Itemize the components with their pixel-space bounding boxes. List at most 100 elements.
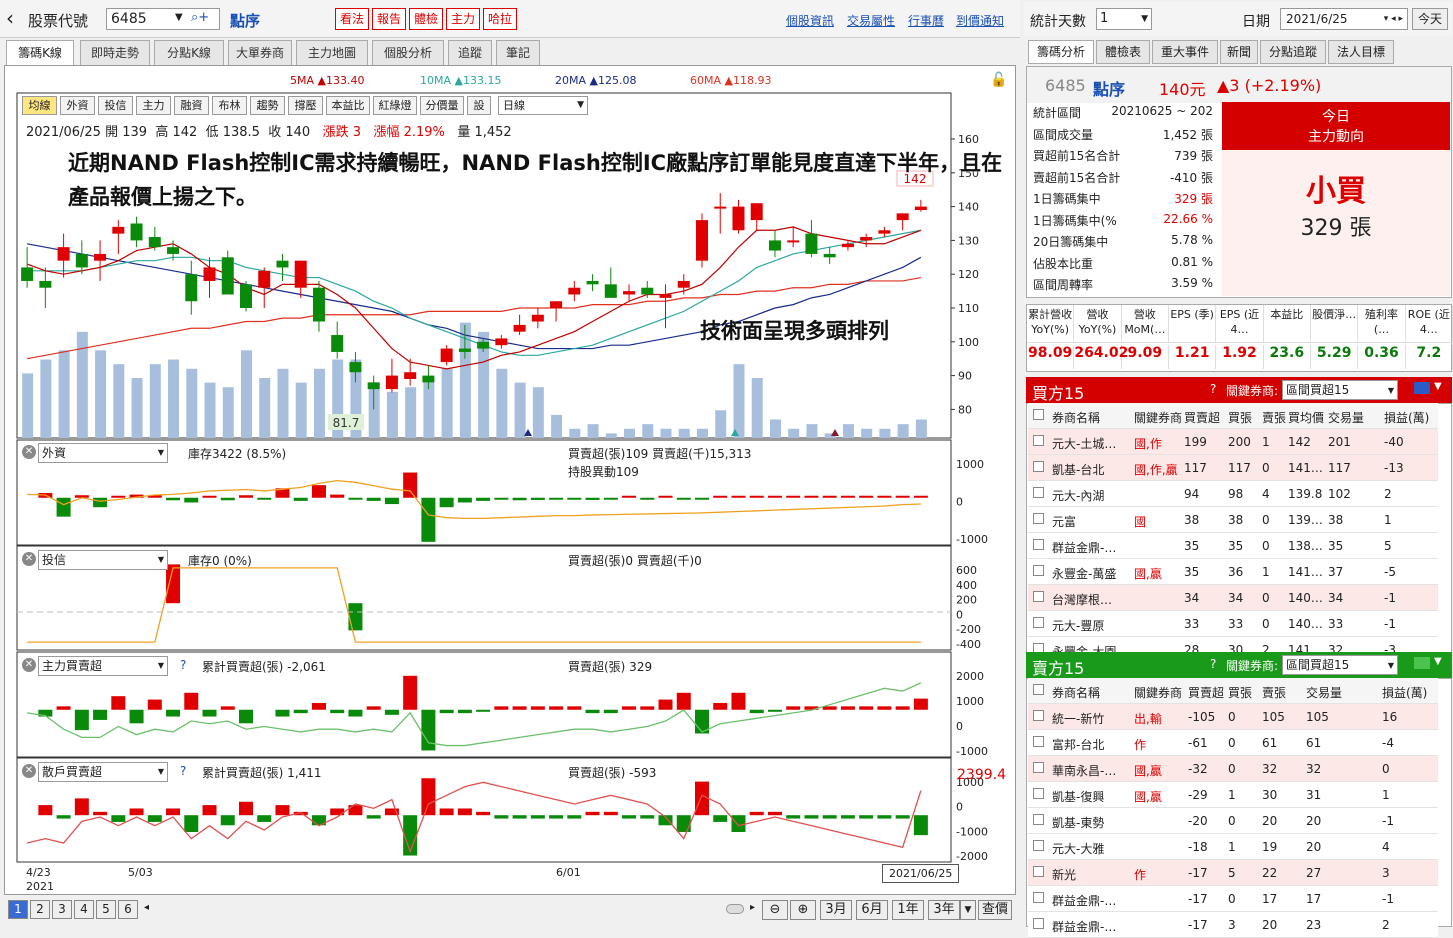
help-icon[interactable]: ? bbox=[180, 658, 186, 672]
row-checkbox[interactable] bbox=[1033, 840, 1044, 851]
column-header[interactable]: 買張 bbox=[1228, 409, 1252, 426]
rtab-events[interactable]: 重大事件 bbox=[1152, 40, 1218, 64]
sub2-select[interactable]: 投信 ▼ bbox=[38, 550, 168, 570]
close-icon[interactable]: ✕ bbox=[22, 764, 36, 778]
help-icon[interactable]: ? bbox=[1210, 382, 1216, 396]
rtab-target[interactable]: 法人目標 bbox=[1328, 40, 1394, 64]
sell-broker-select[interactable]: 區間買超15 ▼ bbox=[1282, 655, 1398, 675]
page-6-button[interactable]: 6 bbox=[118, 900, 138, 919]
column-header[interactable]: 關鍵券商 bbox=[1134, 409, 1182, 426]
table-cell: -61 bbox=[1188, 736, 1208, 750]
table-row[interactable]: 元大-土城… 國,作 199 200 1 142 201 -40 bbox=[1028, 429, 1438, 455]
sub4-select[interactable]: 散戶買賣超 ▼ bbox=[38, 762, 168, 782]
range-3y-button[interactable]: 3年 bbox=[928, 900, 960, 920]
table-cell: 1 bbox=[1262, 565, 1270, 579]
table-row[interactable]: 群益金鼎-… -17 3 20 23 2 bbox=[1028, 912, 1438, 938]
row-checkbox[interactable] bbox=[1033, 892, 1044, 903]
close-icon[interactable]: ✕ bbox=[22, 658, 36, 672]
table-row[interactable]: 群益金鼎-… -17 0 17 17 -1 bbox=[1028, 886, 1438, 912]
row-checkbox[interactable] bbox=[1033, 814, 1044, 825]
row-checkbox[interactable] bbox=[1033, 513, 1044, 524]
row-checkbox[interactable] bbox=[1033, 565, 1044, 576]
table-row[interactable]: 元大-內湖 94 98 4 139.8 102 2 bbox=[1028, 481, 1438, 507]
query-price-button[interactable]: 查價 bbox=[978, 900, 1012, 920]
column-header[interactable]: 損益(萬) bbox=[1384, 409, 1429, 426]
row-checkbox[interactable] bbox=[1033, 617, 1044, 628]
page-1-button[interactable]: 1 bbox=[8, 900, 28, 919]
range-3m-button[interactable]: 3月 bbox=[820, 900, 852, 920]
chevron-down-icon[interactable]: ▼ bbox=[1434, 656, 1442, 667]
row-checkbox[interactable] bbox=[1033, 866, 1044, 877]
table-row[interactable]: 永豐金-萬盛 國,贏 35 36 1 141… 37 -5 bbox=[1028, 559, 1438, 585]
column-header[interactable]: 賣張 bbox=[1262, 684, 1286, 701]
grid-view-icon[interactable] bbox=[1414, 382, 1430, 394]
stat-row: 1日籌碼集中 329 張 bbox=[1031, 190, 1219, 211]
table-row[interactable]: 凱基-復興 國,贏 -29 1 30 31 1 bbox=[1028, 782, 1438, 808]
zoom-out-icon[interactable]: ⊖ bbox=[762, 900, 788, 920]
rtab-news[interactable]: 新聞 bbox=[1220, 40, 1258, 64]
row-checkbox[interactable] bbox=[1033, 591, 1044, 602]
rtab-checkup[interactable]: 體檢表 bbox=[1096, 40, 1150, 64]
column-header[interactable]: 賣張 bbox=[1262, 409, 1286, 426]
page-4-button[interactable]: 4 bbox=[74, 900, 94, 919]
table-row[interactable]: 新光 作 -17 5 22 27 3 bbox=[1028, 860, 1438, 886]
days-select[interactable]: 1 ▼ bbox=[1096, 8, 1152, 30]
column-header[interactable]: 券商名稱 bbox=[1052, 409, 1100, 426]
table-row[interactable]: 元富 國 38 38 0 139… 38 1 bbox=[1028, 507, 1438, 533]
select-all-checkbox[interactable] bbox=[1033, 409, 1044, 420]
grid-view-icon[interactable] bbox=[1414, 657, 1430, 669]
table-row[interactable]: 富邦-台北 作 -61 0 61 61 -4 bbox=[1028, 730, 1438, 756]
main-bar bbox=[239, 709, 253, 724]
rtab-branch[interactable]: 分點追蹤 bbox=[1260, 40, 1326, 64]
column-header[interactable]: 買賣超 bbox=[1188, 684, 1224, 701]
column-header[interactable]: 買賣超 bbox=[1184, 409, 1220, 426]
range-1y-button[interactable]: 1年 bbox=[892, 900, 924, 920]
range-6m-button[interactable]: 6月 bbox=[856, 900, 888, 920]
page-3-button[interactable]: 3 bbox=[52, 900, 72, 919]
date-picker[interactable]: 2021/6/25 ▾ ◂ ▸ bbox=[1280, 8, 1408, 30]
row-checkbox[interactable] bbox=[1033, 487, 1044, 498]
chevron-down-icon[interactable]: ▼ bbox=[1434, 381, 1442, 392]
sub1-select[interactable]: 外資 ▼ bbox=[38, 443, 168, 463]
table-row[interactable]: 華南永昌-… 國,贏 -32 0 32 32 0 bbox=[1028, 756, 1438, 782]
row-checkbox[interactable] bbox=[1033, 788, 1044, 799]
close-icon[interactable]: ✕ bbox=[22, 445, 36, 459]
row-checkbox[interactable] bbox=[1033, 539, 1044, 550]
rtab-chip[interactable]: 籌碼分析 bbox=[1028, 40, 1094, 64]
help-icon[interactable]: ? bbox=[180, 764, 186, 778]
column-header[interactable]: 買張 bbox=[1228, 684, 1252, 701]
page-5-button[interactable]: 5 bbox=[96, 900, 116, 919]
table-row[interactable]: 台灣摩根… 34 34 0 140… 34 -1 bbox=[1028, 585, 1438, 611]
row-checkbox[interactable] bbox=[1033, 435, 1044, 446]
column-header[interactable]: 關鍵券商 bbox=[1134, 684, 1182, 701]
row-checkbox[interactable] bbox=[1033, 461, 1044, 472]
scroll-thumb[interactable] bbox=[726, 904, 744, 914]
row-checkbox[interactable] bbox=[1033, 710, 1044, 721]
column-header[interactable]: 券商名稱 bbox=[1052, 684, 1100, 701]
scroll-right-icon[interactable]: ▸ bbox=[750, 902, 755, 913]
column-header[interactable]: 買均價 bbox=[1288, 409, 1324, 426]
table-row[interactable]: 元大-大雅 -18 1 19 20 4 bbox=[1028, 834, 1438, 860]
row-checkbox[interactable] bbox=[1033, 762, 1044, 773]
column-header[interactable]: 損益(萬) bbox=[1382, 684, 1427, 701]
column-header[interactable]: 交易量 bbox=[1306, 684, 1342, 701]
sub3-select[interactable]: 主力買賣超 ▼ bbox=[38, 656, 168, 676]
table-row[interactable]: 凱基-台北 國,作,贏 117 117 0 141… 117 -13 bbox=[1028, 455, 1438, 481]
row-checkbox[interactable] bbox=[1033, 918, 1044, 929]
close-icon[interactable]: ✕ bbox=[22, 552, 36, 566]
table-row[interactable]: 凱基-東勢 -20 0 20 20 -1 bbox=[1028, 808, 1438, 834]
scroll-left-icon[interactable]: ◂ bbox=[144, 902, 149, 913]
table-row[interactable]: 元大-豐原 33 33 0 140… 33 -1 bbox=[1028, 611, 1438, 637]
help-icon[interactable]: ? bbox=[1210, 657, 1216, 671]
quote-name[interactable]: 點序 bbox=[1093, 76, 1125, 100]
zoom-in-icon[interactable]: ⊕ bbox=[790, 900, 816, 920]
page-2-button[interactable]: 2 bbox=[30, 900, 50, 919]
row-checkbox[interactable] bbox=[1033, 736, 1044, 747]
today-button[interactable]: 今天 bbox=[1412, 8, 1448, 30]
table-row[interactable]: 群益金鼎-… 35 35 0 138… 35 5 bbox=[1028, 533, 1438, 559]
range-dropdown-icon[interactable]: ▼ bbox=[960, 900, 976, 920]
buy-broker-select[interactable]: 區間買超15 ▼ bbox=[1282, 380, 1398, 400]
table-row[interactable]: 統一-新竹 出,輸 -105 0 105 105 16 bbox=[1028, 704, 1438, 730]
select-all-checkbox[interactable] bbox=[1033, 684, 1044, 695]
column-header[interactable]: 交易量 bbox=[1328, 409, 1364, 426]
